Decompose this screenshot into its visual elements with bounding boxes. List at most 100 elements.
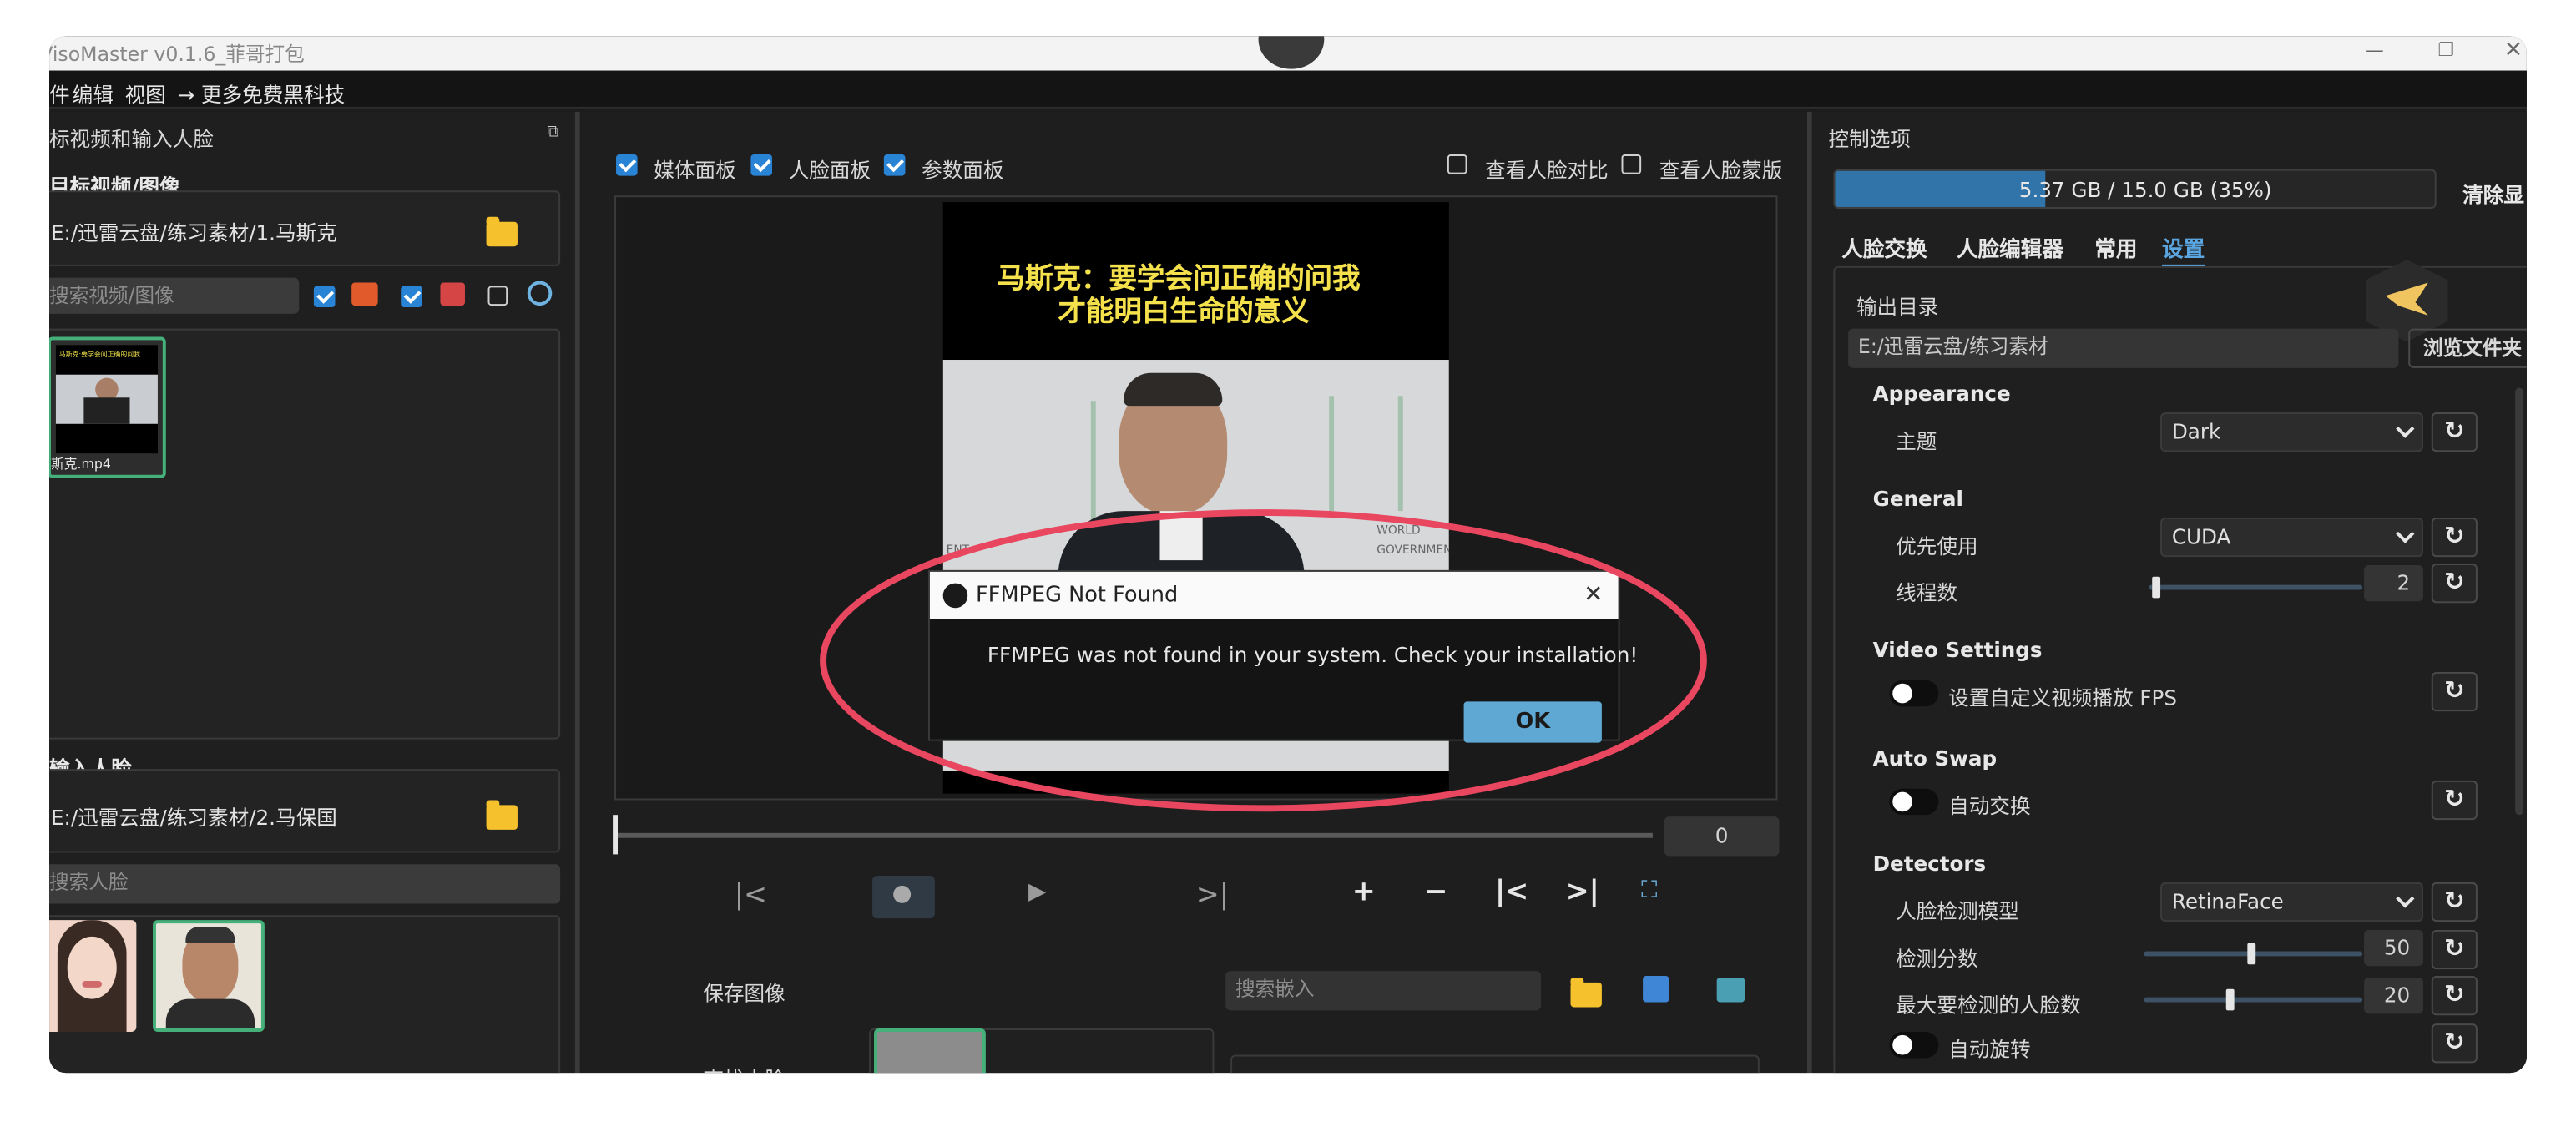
search-embedding-input[interactable]: 搜索嵌入 (1225, 971, 1542, 1011)
chevron-down-icon (2396, 419, 2415, 438)
prev-marker-button[interactable]: |< (1495, 876, 1528, 908)
custom-fps-toggle[interactable] (1889, 680, 1939, 707)
face-panel-checkbox[interactable] (750, 154, 773, 176)
provider-label: 优先使用 (1896, 533, 1978, 559)
target-thumbnail[interactable]: 马斯克:要学会问正确的问我 斯克.mp4 (49, 336, 166, 478)
save-icon[interactable] (1643, 976, 1669, 1003)
save-image-label: 保存图像 (703, 980, 785, 1006)
input-path-box: E:/迅雷云盘/练习素材/2.马保国 (49, 769, 561, 853)
auto-rotate-toggle[interactable] (1889, 1031, 1939, 1059)
max-faces-slider[interactable] (2144, 997, 2363, 1003)
video-settings-title: Video Settings (1872, 637, 2043, 663)
clear-vram-button[interactable]: 清除显 (2462, 178, 2524, 209)
found-face-thumbnail[interactable] (874, 1028, 986, 1074)
folder-icon[interactable] (1570, 978, 1602, 1008)
filter-images-checkbox[interactable] (401, 286, 422, 308)
reset-detect-score-button[interactable]: ↻ (2431, 929, 2478, 970)
settings-scrollbar[interactable] (2515, 387, 2524, 816)
last-frame-button[interactable]: >| (1196, 879, 1229, 912)
detectors-title: Detectors (1872, 851, 1987, 876)
target-search-input[interactable]: 搜索视频/图像 (49, 277, 300, 314)
reset-max-faces-button[interactable]: ↻ (2431, 976, 2478, 1016)
title-bar: VisoMaster v0.1.6_菲哥打包 — ❐ × (49, 36, 2527, 71)
media-panel-checkbox[interactable] (616, 154, 638, 176)
timeline-slider[interactable] (614, 832, 1653, 838)
max-faces-handle[interactable] (2225, 988, 2235, 1011)
play-button[interactable]: ▶ (1028, 879, 1046, 905)
minimize-button[interactable]: — (2366, 39, 2384, 61)
filter-videos-checkbox[interactable] (313, 286, 336, 308)
menu-file[interactable]: 件 (49, 78, 70, 109)
first-frame-button[interactable]: |< (735, 879, 767, 912)
browse-folder-button[interactable]: 浏览文件夹 (2408, 328, 2527, 368)
timeline-handle[interactable] (613, 815, 619, 855)
auto-swap-title: Auto Swap (1872, 745, 1998, 771)
record-button[interactable]: ● (872, 875, 935, 919)
webcam-icon[interactable] (527, 280, 553, 306)
filter-webcam-checkbox[interactable] (487, 286, 508, 306)
target-path: E:/迅雷云盘/练习素材/1.马斯克 (51, 220, 337, 245)
detect-model-select[interactable]: RetinaFace (2160, 882, 2423, 922)
window-title: VisoMaster v0.1.6_菲哥打包 (49, 43, 305, 66)
face-thumbnail-1[interactable] (49, 920, 137, 1032)
dialog-close-button[interactable]: ✕ (1583, 572, 1603, 619)
fit-view-icon[interactable]: ⛶ (1641, 877, 1657, 903)
tab-common[interactable]: 常用 (2094, 232, 2137, 263)
reset-detect-model-button[interactable]: ↻ (2431, 882, 2478, 922)
right-panel-title: 控制选项 (1828, 126, 1911, 152)
left-panel: 标视频和输入人脸 ⧉ 目标视频/图像 E:/迅雷云盘/练习素材/1.马斯克 搜索… (49, 111, 575, 1074)
thumb-image: 马斯克:要学会问正确的问我 (55, 345, 158, 454)
image-icon[interactable] (440, 282, 465, 306)
undock-icon[interactable]: ⧉ (547, 124, 558, 142)
reset-threads-button[interactable]: ↻ (2431, 564, 2478, 604)
reset-auto-rotate-button[interactable]: ↻ (2431, 1023, 2478, 1064)
reset-auto-swap-button[interactable]: ↻ (2431, 780, 2478, 821)
threads-value[interactable]: 2 (2364, 565, 2423, 602)
theme-select[interactable]: Dark (2160, 412, 2423, 452)
video-icon[interactable] (351, 282, 378, 306)
menu-bar: 件 编辑 视图 → 更多免费黑科技 (49, 70, 2527, 109)
load-embedding-icon[interactable] (1716, 978, 1745, 1003)
face-mask-checkbox[interactable] (1621, 154, 1642, 174)
input-faces-list (49, 915, 561, 1074)
max-faces-label: 最大要检测的人脸数 (1896, 992, 2081, 1018)
threads-slider-handle[interactable] (2152, 576, 2161, 599)
remove-marker-button[interactable]: − (1424, 876, 1447, 908)
menu-more[interactable]: → 更多免费黑科技 (178, 78, 346, 109)
find-faces-label: 查找人脸 (703, 1061, 785, 1073)
face-search-input[interactable]: 搜索人脸 (49, 864, 561, 904)
face-thumbnail-2[interactable] (153, 920, 265, 1032)
maximize-button[interactable]: ❐ (2438, 39, 2454, 61)
face-panel-label: 人脸面板 (788, 157, 871, 183)
frame-number-field[interactable]: 0 (1664, 816, 1780, 857)
detect-score-value[interactable]: 50 (2364, 929, 2423, 967)
max-faces-value[interactable]: 20 (2364, 978, 2423, 1014)
detect-score-handle[interactable] (2247, 943, 2256, 965)
target-media-list: 马斯克:要学会问正确的问我 斯克.mp4 (49, 328, 561, 740)
close-button[interactable]: × (2503, 36, 2523, 62)
next-marker-button[interactable]: >| (1566, 876, 1599, 908)
tab-face-swap[interactable]: 人脸交换 (1841, 232, 1927, 263)
target-path-box: E:/迅雷云盘/练习素材/1.马斯克 (49, 190, 561, 266)
provider-select[interactable]: CUDA (2160, 517, 2423, 558)
dialog-message: FFMPEG was not found in your system. Che… (987, 642, 1639, 668)
reset-fps-button[interactable]: ↻ (2431, 671, 2478, 712)
reset-provider-button[interactable]: ↻ (2431, 517, 2478, 558)
menu-edit[interactable]: 编辑 (73, 78, 114, 109)
menu-view[interactable]: 视图 (125, 78, 166, 109)
theme-value: Dark (2171, 418, 2221, 444)
tab-settings[interactable]: 设置 (2162, 232, 2205, 268)
folder-icon[interactable] (486, 216, 518, 247)
param-panel-checkbox[interactable] (883, 154, 906, 176)
output-dir-input[interactable]: E:/迅雷云盘/练习素材 (1848, 328, 2399, 368)
reset-theme-button[interactable]: ↻ (2431, 412, 2478, 452)
compare-faces-checkbox[interactable] (1447, 154, 1467, 174)
general-title: General (1872, 486, 1963, 512)
folder-icon[interactable] (486, 800, 518, 830)
signage-1: WORLD (1376, 523, 1421, 538)
dialog-ok-button[interactable]: OK (1463, 701, 1602, 743)
auto-swap-toggle[interactable] (1889, 788, 1939, 816)
tab-face-editor[interactable]: 人脸编辑器 (1957, 232, 2063, 263)
threads-slider[interactable] (2149, 584, 2363, 590)
add-marker-button[interactable]: + (1352, 876, 1376, 908)
